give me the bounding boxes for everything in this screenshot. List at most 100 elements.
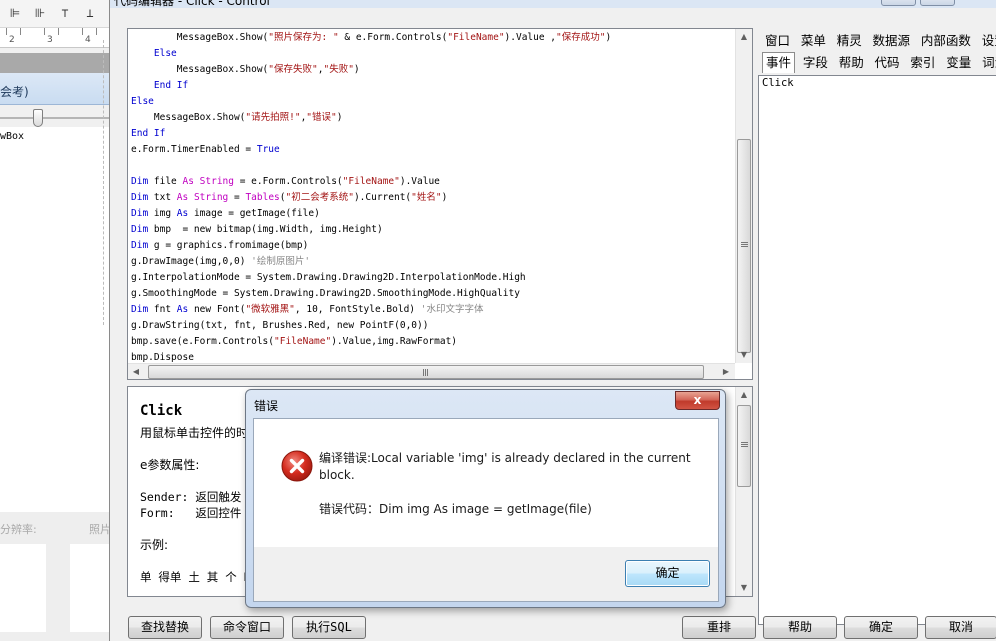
background-bottom: 分辨率: 照片 — [0, 512, 109, 641]
code-token: Dim — [131, 192, 149, 203]
code-line[interactable]: bmp.save(e.Form.Controls("FileName").Val… — [131, 334, 736, 350]
code-token: img — [148, 208, 177, 219]
right-panel: 窗口 菜单 精灵 数据源 内部函数 设置 事件 字段 帮助 代码 索引 变量 词… — [758, 28, 996, 625]
align-top-icon[interactable]: ⊤ — [58, 6, 72, 20]
code-token: "请先拍照!" — [245, 112, 301, 123]
background-toolbar: ⊫ ⊪ ⊤ ⊥ — [0, 0, 109, 28]
help-vertical-scrollbar[interactable]: ▲ ▼ — [735, 387, 752, 596]
tab-settings[interactable]: 设置 — [979, 31, 996, 51]
background-list-item[interactable]: wBox — [0, 131, 24, 142]
help-vscroll-thumb[interactable] — [737, 405, 751, 487]
tab-vocabulary[interactable]: 词汇 — [979, 53, 996, 73]
tab-code[interactable]: 代码 — [872, 53, 903, 73]
code-line[interactable] — [131, 158, 736, 174]
code-line[interactable]: Dim file As String = e.Form.Controls("Fi… — [131, 174, 736, 190]
code-token: )) — [417, 320, 429, 331]
code-line[interactable]: bmp.Dispose — [131, 350, 736, 364]
background-slider-track — [0, 117, 109, 119]
code-token: = — [228, 192, 246, 203]
code-token: "失败" — [323, 64, 354, 75]
code-line[interactable]: Else — [131, 94, 736, 110]
cancel-button[interactable]: 取消 — [925, 616, 996, 639]
code-line[interactable]: Dim fnt As new Font("微软雅黑", 10, FontStyl… — [131, 302, 736, 318]
code-hscroll-thumb[interactable] — [148, 365, 704, 379]
help-button[interactable]: 帮助 — [763, 616, 837, 639]
tab-help[interactable]: 帮助 — [836, 53, 867, 73]
rearrange-button[interactable]: 重排 — [682, 616, 756, 639]
code-token: ).Value , — [504, 32, 557, 43]
code-token: & e.Form.Controls( — [338, 32, 448, 43]
dialog-ok-button[interactable]: 确定 — [625, 560, 710, 587]
code-token: ) — [336, 112, 343, 123]
tab-wizard[interactable]: 精灵 — [834, 31, 865, 51]
tab-datasource[interactable]: 数据源 — [870, 31, 914, 51]
code-horizontal-scrollbar[interactable]: ◀ ▶ — [128, 363, 735, 379]
scroll-up-icon[interactable]: ▲ — [736, 29, 752, 45]
code-token: Dim — [131, 208, 149, 219]
tab-fields[interactable]: 字段 — [800, 53, 831, 73]
tab-window[interactable]: 窗口 — [762, 31, 793, 51]
code-vertical-scrollbar[interactable]: ▲ ▼ — [735, 29, 752, 363]
event-item-click[interactable]: Click — [762, 77, 794, 89]
scroll-down-icon[interactable]: ▼ — [736, 580, 752, 596]
minimize-button[interactable] — [881, 0, 916, 6]
background-slider-thumb[interactable] — [33, 109, 43, 127]
ok-button[interactable]: 确定 — [844, 616, 918, 639]
code-text-area[interactable]: MessageBox.Show("照片保存为: " & e.Form.Contr… — [131, 30, 736, 364]
resolution-box — [0, 544, 46, 632]
code-editor[interactable]: MessageBox.Show("照片保存为: " & e.Form.Contr… — [127, 28, 753, 380]
code-token: bmp.save(e.Form.Controls( — [131, 336, 274, 347]
code-token: "保存成功" — [556, 32, 606, 43]
code-token: As — [176, 208, 189, 219]
dialog-close-button[interactable]: x — [675, 391, 720, 410]
title-bar[interactable]: 代码编辑器 - Click - Control — [110, 0, 996, 8]
code-line[interactable]: Dim bmp = new bitmap(img.Width, img.Heig… — [131, 222, 736, 238]
tab-menu[interactable]: 菜单 — [798, 31, 829, 51]
code-line[interactable]: MessageBox.Show("保存失败","失败") — [131, 62, 736, 78]
event-list[interactable]: Click — [758, 75, 996, 625]
photo-box — [70, 544, 109, 632]
code-token: Tables — [245, 192, 280, 203]
tab-events[interactable]: 事件 — [762, 52, 796, 73]
align-right-icon[interactable]: ⊪ — [33, 6, 47, 20]
error-dialog: 错误 x 编译错误:Local variable 'img' is alread… — [245, 389, 726, 608]
background-window: ⊫ ⊪ ⊤ ⊥ 2 3 4 会考) wBox 分辨率: 照片 — [0, 0, 109, 641]
code-line[interactable]: g.DrawImage(img,0,0) '绘制原图片' — [131, 254, 736, 270]
code-line[interactable]: Else — [131, 46, 736, 62]
code-line[interactable]: g.InterpolationMode = System.Drawing.Dra… — [131, 270, 736, 286]
find-replace-button[interactable]: 查找替换 — [128, 616, 202, 639]
code-token: "姓名" — [411, 192, 442, 203]
code-token: ).Value — [399, 176, 440, 187]
scroll-up-icon[interactable]: ▲ — [736, 387, 752, 403]
execute-sql-button[interactable]: 执行SQL — [292, 616, 366, 639]
scroll-right-icon[interactable]: ▶ — [718, 364, 734, 379]
code-line[interactable]: Dim img As image = getImage(file) — [131, 206, 736, 222]
tab-variables[interactable]: 变量 — [943, 53, 974, 73]
window-title: 代码编辑器 - Click - Control — [114, 0, 270, 8]
code-line[interactable]: g.DrawString(txt, fnt, Brushes.Red, new … — [131, 318, 736, 334]
code-line[interactable]: End If — [131, 126, 736, 142]
code-token: End If — [153, 80, 189, 91]
maximize-button[interactable] — [920, 0, 955, 6]
align-bottom-icon[interactable]: ⊥ — [83, 6, 97, 20]
error-code-text: 错误代码：Dim img As image = getImage(file) — [319, 502, 592, 516]
align-left-icon[interactable]: ⊫ — [8, 6, 22, 20]
code-line[interactable]: Dim txt As String = Tables("初二会考系统").Cur… — [131, 190, 736, 206]
code-token: Dim — [131, 304, 149, 315]
code-line[interactable]: MessageBox.Show("照片保存为: " & e.Form.Contr… — [131, 30, 736, 46]
code-vscroll-thumb[interactable] — [737, 139, 751, 353]
code-line[interactable]: Dim g = graphics.fromimage(bmp) — [131, 238, 736, 254]
code-token: MessageBox.Show( — [131, 64, 269, 75]
scroll-down-icon[interactable]: ▼ — [736, 347, 752, 363]
code-token: Dim — [131, 240, 149, 251]
code-line[interactable]: g.SmoothingMode = System.Drawing.Drawing… — [131, 286, 736, 302]
tab-builtin-functions[interactable]: 内部函数 — [918, 31, 974, 51]
code-line[interactable]: MessageBox.Show("请先拍照!","错误") — [131, 110, 736, 126]
code-line[interactable]: End If — [131, 78, 736, 94]
tab-index[interactable]: 索引 — [907, 53, 938, 73]
command-window-button[interactable]: 命令窗口 — [210, 616, 284, 639]
code-line[interactable]: e.Form.TimerEnabled = True — [131, 142, 736, 158]
ruler: 2 3 4 — [0, 28, 109, 48]
scroll-left-icon[interactable]: ◀ — [128, 364, 144, 379]
